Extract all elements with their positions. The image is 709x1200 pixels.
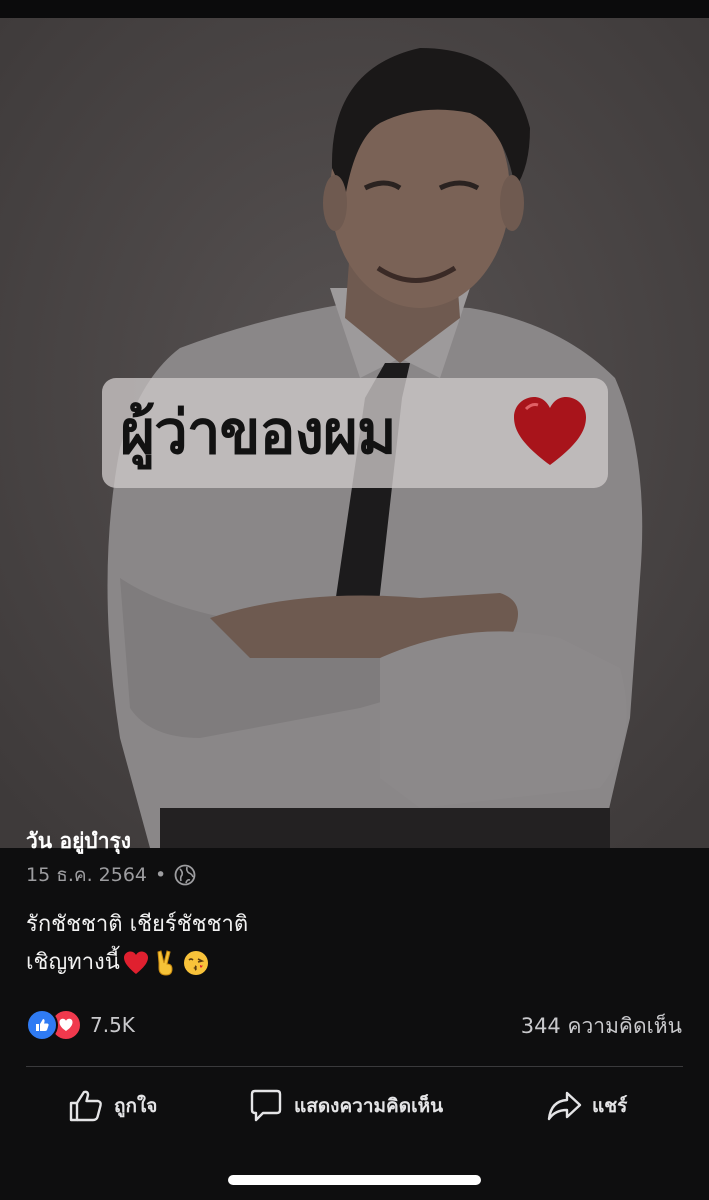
heart-icon [514,397,586,465]
caption-text: เชิญทางนี้ [26,950,120,975]
share-arrow-icon [547,1091,582,1121]
reaction-count: 7.5K [90,1013,135,1037]
post-meta: 15 ธ.ค. 2564 • [26,862,196,888]
comment-label: แสดงความคิดเห็น [294,1095,444,1117]
thumbs-up-icon [69,1090,102,1122]
like-button[interactable]: ถูกใจ [68,1078,157,1134]
meta-separator: • [155,864,167,886]
globe-icon [174,864,196,886]
victory-hand-emoji-icon [152,949,180,977]
caption-line: รักชัชชาติ เชียร์ชัชชาติ [26,912,249,937]
status-bar [0,0,709,18]
caption-line: เชิญทางนี้ [26,944,248,982]
comment-bubble-icon [250,1089,282,1122]
share-button[interactable]: แชร์ [546,1078,627,1134]
kissing-face-emoji-icon [182,949,210,977]
like-reaction-icon [26,1009,58,1041]
post-date[interactable]: 15 ธ.ค. 2564 [26,860,147,890]
post-caption: รักชัชชาติ เชียร์ชัชชาติ เชิญทางนี้ [26,906,248,982]
image-overlay-text: ผู้ว่าของผม [120,398,397,468]
reaction-summary[interactable]: 7.5K [26,1008,135,1042]
like-label: ถูกใจ [114,1095,158,1117]
share-label: แชร์ [592,1095,628,1117]
comment-count-link[interactable]: 344 ความคิดเห็น [521,1010,682,1043]
post-author-name[interactable]: วัน อยู่บำรุง [26,826,131,856]
home-indicator[interactable] [228,1175,481,1185]
heart-emoji-icon [122,949,150,977]
post-action-bar: ถูกใจ แสดงความคิดเห็น แชร์ [0,1078,709,1134]
comment-button[interactable]: แสดงความคิดเห็น [248,1078,443,1134]
actions-divider [26,1066,683,1067]
